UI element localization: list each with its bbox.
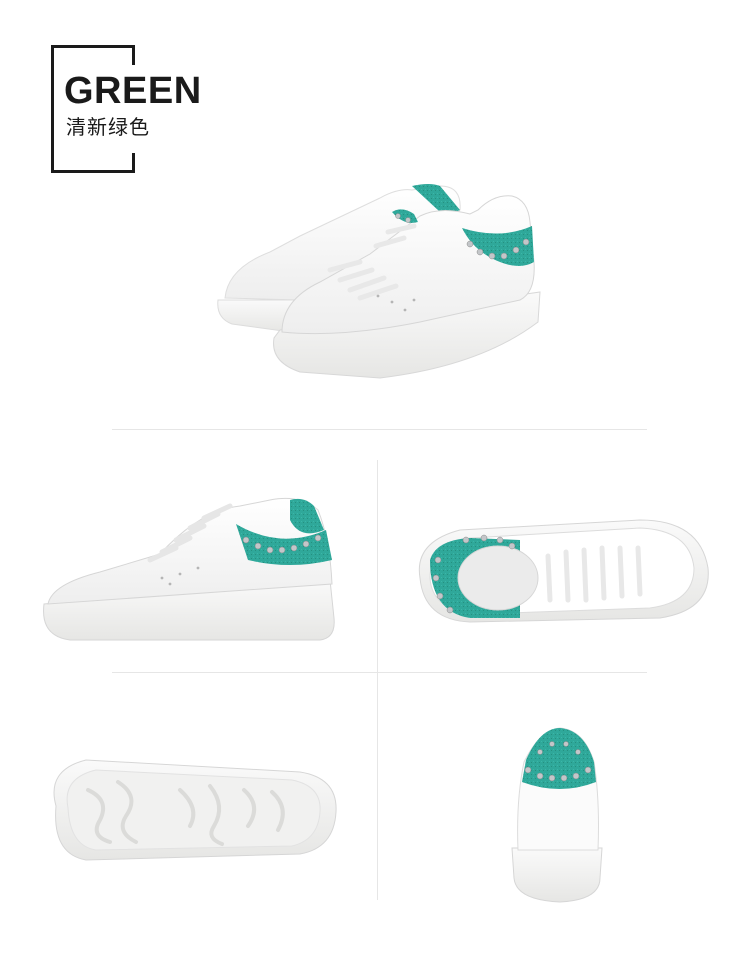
sneaker-top-image [418, 519, 709, 623]
sneaker-sole-image [53, 759, 337, 861]
sneaker-heel-image [511, 727, 603, 903]
sneaker-side-image [43, 497, 335, 641]
sneaker-pair-image [43, 184, 709, 903]
